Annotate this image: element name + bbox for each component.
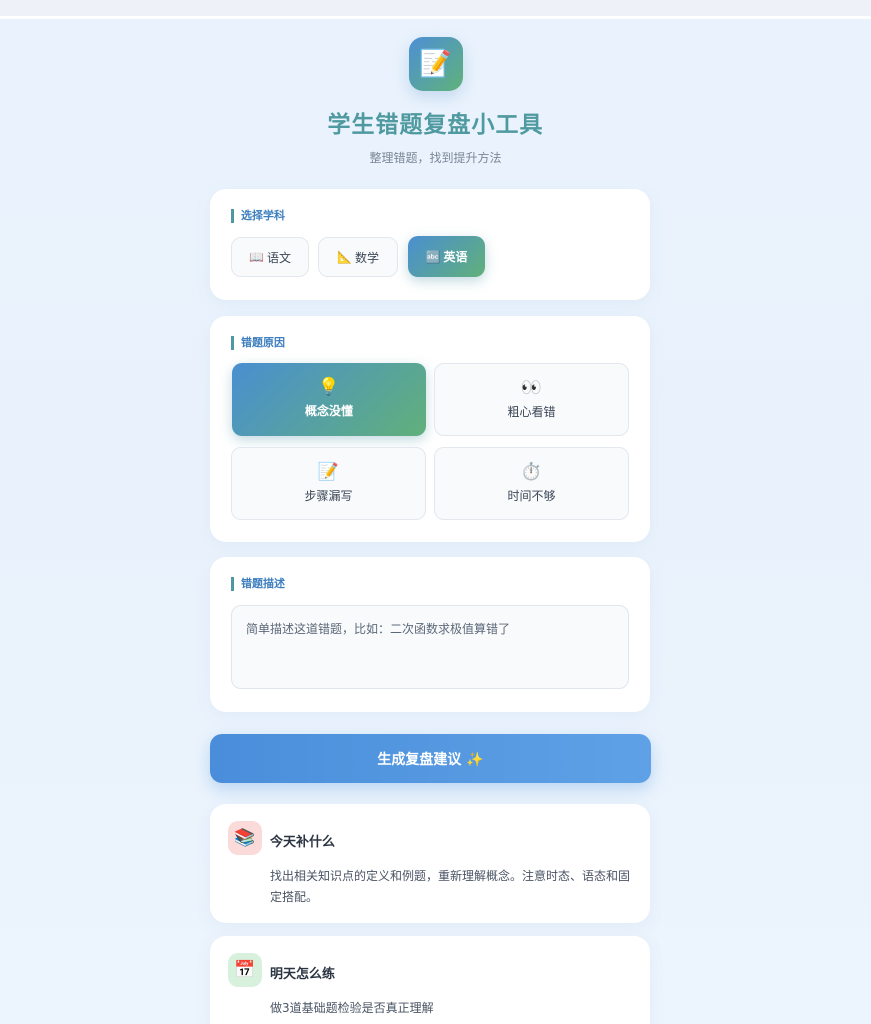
reason-steps-label: 步骤漏写 bbox=[304, 489, 353, 503]
books-icon: 📚 bbox=[228, 821, 262, 855]
reason-steps-button[interactable]: 📝 步骤漏写 bbox=[231, 447, 426, 520]
description-card: 错题描述 bbox=[210, 557, 650, 712]
subject-english-label: 英语 bbox=[443, 250, 468, 264]
description-section-label: 错题描述 bbox=[231, 577, 285, 591]
memo-icon: 📝 bbox=[317, 462, 340, 482]
subject-card: 选择学科 📖 语文 📐 数学 🔤 英语 bbox=[210, 189, 650, 300]
result-tomorrow-body: 做3道基础题检验是否真正理解 bbox=[270, 1001, 434, 1015]
abc-icon: 🔤 bbox=[425, 249, 441, 264]
triangle-ruler-icon: 📐 bbox=[337, 250, 352, 264]
page-header: 📝 学生错题复盘小工具 整理错题，找到提升方法 bbox=[0, 37, 871, 166]
result-today-body: 找出相关知识点的定义和例题，重新理解概念。注意时态、语态和固定搭配。 bbox=[270, 869, 631, 904]
subject-chinese-label: 语文 bbox=[266, 250, 291, 265]
generate-suggestion-button[interactable]: 生成复盘建议 ✨ bbox=[210, 734, 651, 783]
subject-section-label: 选择学科 bbox=[231, 209, 285, 223]
stopwatch-icon: ⏱️ bbox=[520, 462, 543, 482]
reason-section-label: 错题原因 bbox=[231, 336, 285, 350]
page-subtitle: 整理错题，找到提升方法 bbox=[369, 151, 502, 165]
reason-time-button[interactable]: ⏱️ 时间不够 bbox=[434, 447, 629, 520]
reason-time-label: 时间不够 bbox=[507, 489, 556, 503]
calendar-icon: 📅 bbox=[228, 953, 262, 987]
reason-concept-button[interactable]: 💡 概念没懂 bbox=[232, 363, 426, 436]
description-textarea[interactable] bbox=[231, 605, 629, 689]
subject-english-button[interactable]: 🔤 英语 bbox=[408, 236, 485, 277]
reason-concept-label: 概念没懂 bbox=[304, 404, 353, 418]
subject-chinese-button[interactable]: 📖 语文 bbox=[231, 237, 309, 277]
result-card-tomorrow: 📅 明天怎么练 做3道基础题检验是否真正理解 bbox=[210, 936, 650, 1024]
notepad-icon: 📝 bbox=[408, 37, 463, 91]
reason-card: 错题原因 💡 概念没懂 👀 粗心看错 📝 步骤漏写 ⏱️ 时间不够 bbox=[210, 316, 650, 542]
page-title: 学生错题复盘小工具 bbox=[327, 112, 544, 138]
subject-math-label: 数学 bbox=[354, 250, 379, 265]
lightbulb-icon: 💡 bbox=[318, 377, 340, 397]
result-today-title: 今天补什么 bbox=[270, 835, 336, 850]
browser-top-bar bbox=[0, 0, 871, 19]
reason-careless-label: 粗心看错 bbox=[507, 405, 556, 419]
result-card-today: 📚 今天补什么 找出相关知识点的定义和例题，重新理解概念。注意时态、语态和固定搭… bbox=[210, 804, 650, 923]
subject-math-button[interactable]: 📐 数学 bbox=[318, 237, 398, 277]
result-tomorrow-title: 明天怎么练 bbox=[270, 967, 336, 982]
eyes-icon: 👀 bbox=[520, 378, 543, 398]
reason-careless-button[interactable]: 👀 粗心看错 bbox=[434, 363, 629, 436]
book-icon: 📖 bbox=[249, 250, 264, 264]
